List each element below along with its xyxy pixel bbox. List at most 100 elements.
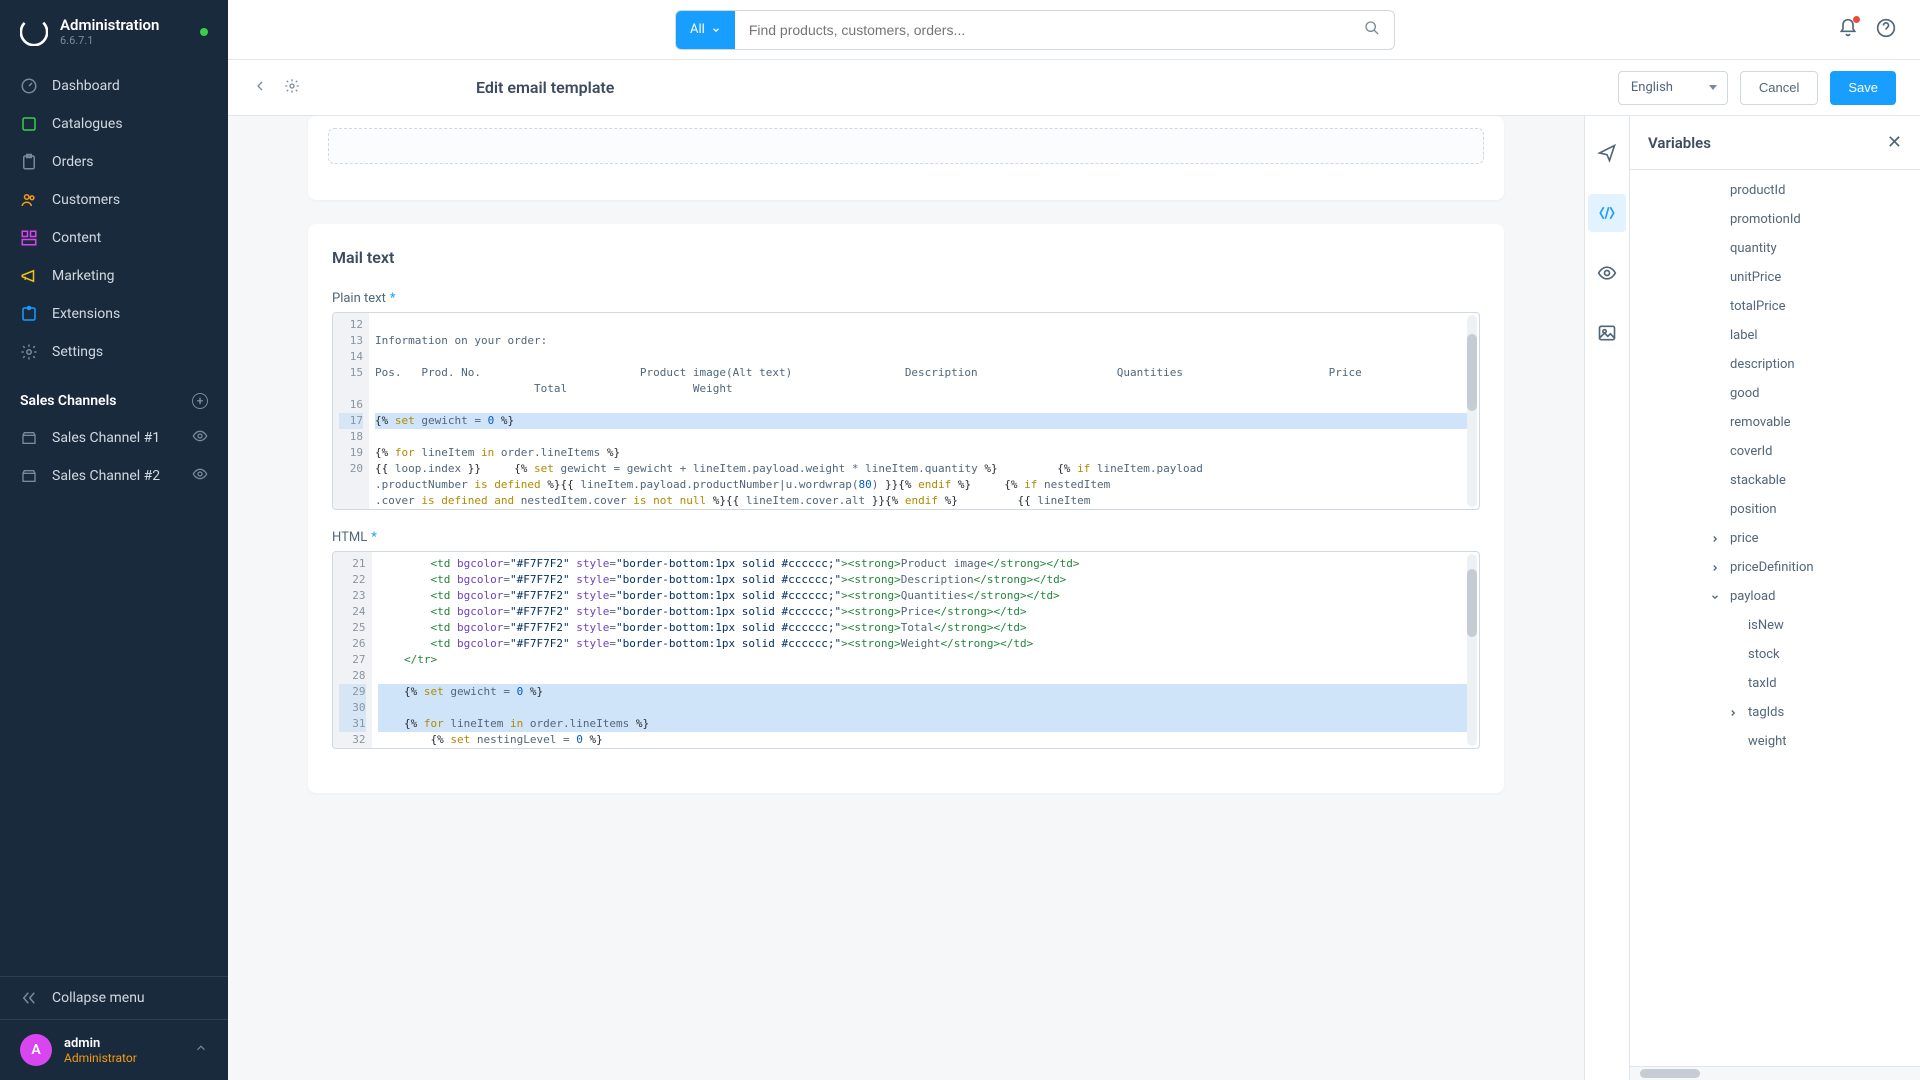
variable-removable[interactable]: removable (1630, 408, 1920, 437)
nav-label: Customers (52, 192, 120, 208)
cancel-button[interactable]: Cancel (1740, 71, 1818, 105)
collapse-label: Collapse menu (52, 990, 145, 1006)
variable-label[interactable]: label (1630, 321, 1920, 350)
page-settings-button[interactable] (284, 78, 300, 98)
variable-price[interactable]: price (1630, 524, 1920, 553)
global-search: All (675, 10, 1395, 50)
variable-good[interactable]: good (1630, 379, 1920, 408)
sales-channel-1[interactable]: Sales Channel #1 (0, 419, 228, 457)
variable-taxId[interactable]: taxId (1630, 669, 1920, 698)
scrollbar[interactable] (1467, 554, 1477, 746)
variable-priceDefinition[interactable]: priceDefinition (1630, 553, 1920, 582)
notifications-button[interactable] (1838, 18, 1858, 42)
send-test-button[interactable] (1588, 134, 1626, 172)
h-scrollbar[interactable] (1630, 1066, 1920, 1080)
variable-label: label (1730, 328, 1758, 343)
chevron-right-icon (1708, 534, 1722, 544)
help-button[interactable] (1876, 18, 1896, 42)
user-role: Administrator (64, 1051, 137, 1065)
variable-label: coverId (1730, 444, 1773, 459)
app-version: 6.6.7.1 (60, 34, 188, 47)
variable-label: stackable (1730, 473, 1786, 488)
variable-label: position (1730, 502, 1777, 517)
variable-label: tagIds (1748, 705, 1784, 720)
box-icon (20, 115, 38, 133)
variable-label: isNew (1748, 618, 1784, 633)
close-button[interactable]: ✕ (1887, 132, 1902, 153)
variable-label: quantity (1730, 241, 1777, 256)
dropzone[interactable] (328, 128, 1484, 164)
variables-panel: Variables ✕ productIdpromotionIdquantity… (1630, 116, 1920, 1080)
variable-label: taxId (1748, 676, 1777, 691)
chevron-up-icon (194, 1041, 208, 1059)
nav-marketing[interactable]: Marketing (0, 257, 228, 295)
chevron-right-icon (1726, 708, 1740, 718)
nav-customers[interactable]: Customers (0, 181, 228, 219)
search-input[interactable] (735, 22, 1350, 38)
chevron-right-icon (1708, 563, 1722, 573)
app-name: Administration (60, 16, 188, 34)
storefront-icon (20, 467, 38, 485)
html-label: HTML* (332, 530, 1480, 545)
plain-text-editor[interactable]: 121314151617181920 Information on your o… (332, 312, 1480, 510)
upper-card (308, 116, 1504, 200)
variable-isNew[interactable]: isNew (1630, 611, 1920, 640)
variable-description[interactable]: description (1630, 350, 1920, 379)
variable-tagIds[interactable]: tagIds (1630, 698, 1920, 727)
html-editor[interactable]: 2122232425262728293031323334353637 -38 <… (332, 551, 1480, 749)
variable-label: promotionId (1730, 212, 1801, 227)
eye-icon[interactable] (192, 466, 208, 486)
nav-label: Catalogues (52, 116, 123, 132)
variable-coverId[interactable]: coverId (1630, 437, 1920, 466)
sales-channel-2[interactable]: Sales Channel #2 (0, 457, 228, 495)
back-button[interactable] (252, 78, 268, 98)
avatar: A (20, 1034, 52, 1066)
gear-icon (20, 343, 38, 361)
language-select[interactable]: English (1618, 71, 1728, 105)
language-label: English (1631, 80, 1673, 95)
search-filter-dropdown[interactable]: All (676, 11, 735, 49)
variable-payload[interactable]: payload (1630, 582, 1920, 611)
gauge-icon (20, 77, 38, 95)
variable-stock[interactable]: stock (1630, 640, 1920, 669)
save-button[interactable]: Save (1830, 71, 1896, 105)
variable-unitPrice[interactable]: unitPrice (1630, 263, 1920, 292)
variable-label: priceDefinition (1730, 560, 1814, 575)
variable-totalPrice[interactable]: totalPrice (1630, 292, 1920, 321)
variable-productId[interactable]: productId (1630, 176, 1920, 205)
user-menu[interactable]: A admin Administrator (0, 1019, 228, 1080)
variable-promotionId[interactable]: promotionId (1630, 205, 1920, 234)
variable-position[interactable]: position (1630, 495, 1920, 524)
nav-content[interactable]: Content (0, 219, 228, 257)
sidebar-header: Administration 6.6.7.1 (0, 0, 228, 59)
collapse-icon (20, 989, 38, 1007)
nav-extensions[interactable]: Extensions (0, 295, 228, 333)
add-channel-button[interactable]: + (192, 393, 208, 409)
collapse-menu-button[interactable]: Collapse menu (0, 976, 228, 1019)
users-icon (20, 191, 38, 209)
puzzle-icon (20, 305, 38, 323)
nav-dashboard[interactable]: Dashboard (0, 67, 228, 105)
channel-label: Sales Channel #2 (52, 468, 160, 484)
eye-icon[interactable] (192, 428, 208, 448)
nav-label: Settings (52, 344, 103, 360)
nav-orders[interactable]: Orders (0, 143, 228, 181)
variable-weight[interactable]: weight (1630, 727, 1920, 756)
variables-tab[interactable] (1588, 194, 1626, 232)
nav-catalogues[interactable]: Catalogues (0, 105, 228, 143)
sidebar: Administration 6.6.7.1 Dashboard Catalog… (0, 0, 228, 1080)
variable-label: description (1730, 357, 1795, 372)
search-button[interactable] (1350, 20, 1394, 40)
variable-stackable[interactable]: stackable (1630, 466, 1920, 495)
scrollbar[interactable] (1467, 315, 1477, 507)
megaphone-icon (20, 267, 38, 285)
right-rail (1584, 116, 1630, 1080)
variable-label: stock (1748, 647, 1780, 662)
nav-label: Marketing (52, 268, 115, 284)
nav-label: Orders (52, 154, 94, 170)
nav-settings[interactable]: Settings (0, 333, 228, 371)
preview-tab[interactable] (1588, 254, 1626, 292)
variable-quantity[interactable]: quantity (1630, 234, 1920, 263)
media-tab[interactable] (1588, 314, 1626, 352)
channel-label: Sales Channel #1 (52, 430, 160, 446)
